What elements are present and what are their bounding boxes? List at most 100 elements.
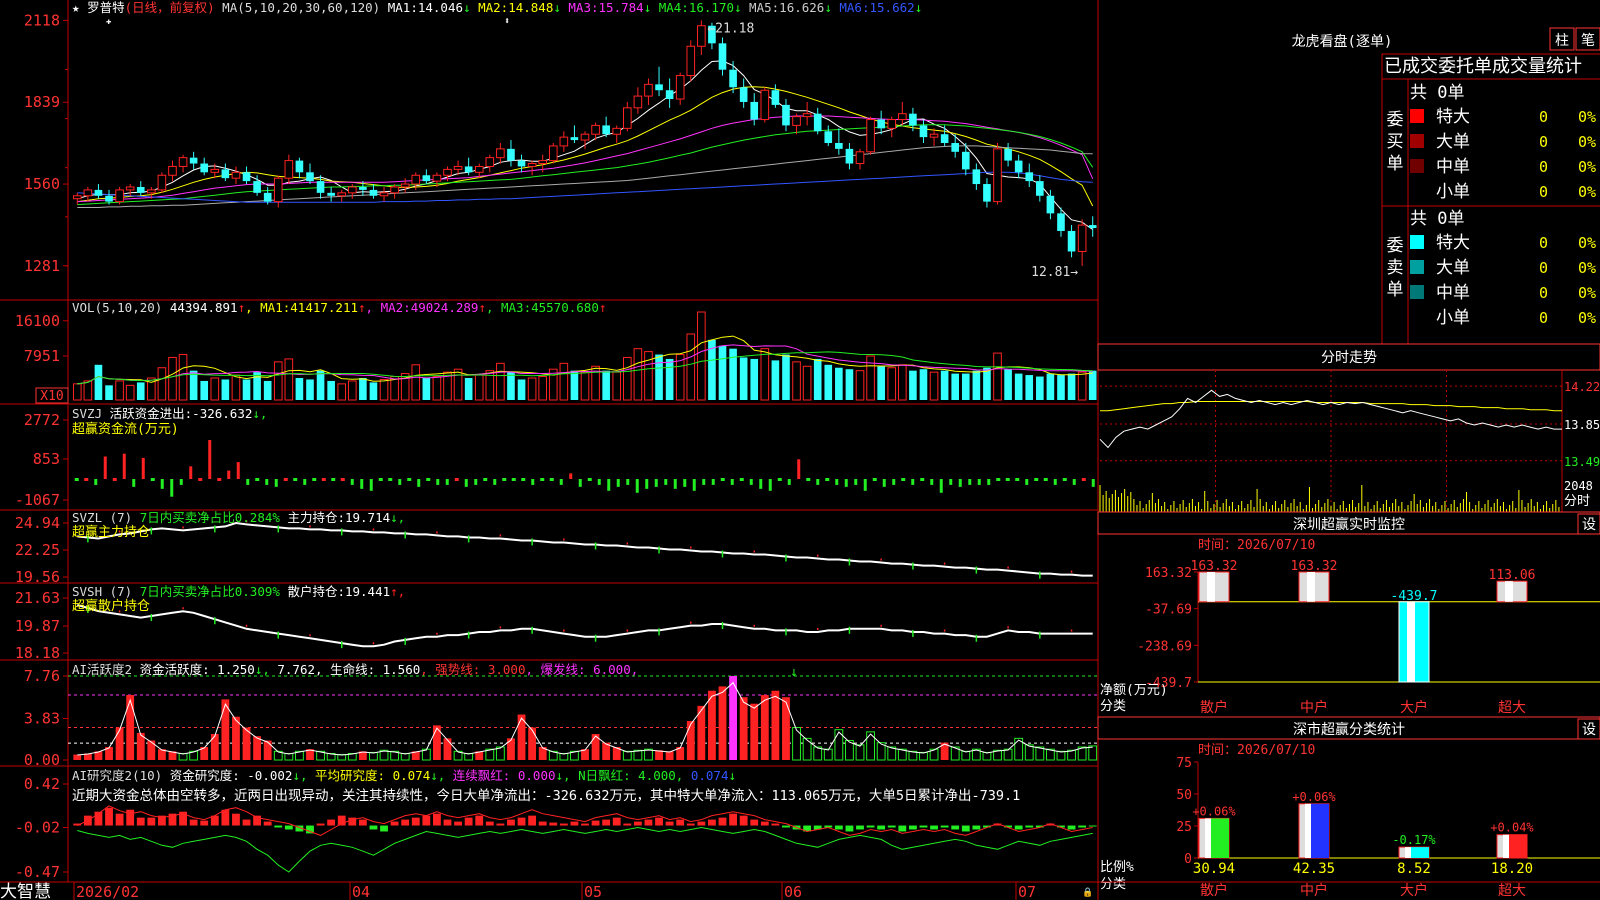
candle-up xyxy=(898,113,907,121)
buy_side-row-count: 0 xyxy=(1539,158,1548,176)
candle-down xyxy=(295,160,304,173)
ai-research-y-tick: 0.42 xyxy=(24,775,60,793)
volume-bar-down xyxy=(877,366,885,400)
flow-bar-down xyxy=(863,479,867,491)
svsh-holding-value: 19.441 xyxy=(345,584,390,599)
research-bar-down xyxy=(972,825,981,830)
ai-active-value2: 7.762 xyxy=(270,662,315,677)
candle-up xyxy=(929,133,939,138)
flow-dash xyxy=(1015,478,1020,481)
volume-bar-up xyxy=(1077,371,1087,401)
research-bar-up xyxy=(591,820,600,826)
volume-bar-down xyxy=(221,379,230,400)
active-bar-up xyxy=(253,736,262,760)
flow-dash xyxy=(378,478,383,481)
intraday-vol-label: 2048 xyxy=(1564,479,1593,493)
avg-label: 平均研究度: xyxy=(308,768,386,783)
active-bar-up xyxy=(760,695,769,760)
volume-bar-down xyxy=(1025,375,1034,400)
svsh-ratio: 7日内买卖净占比0.309% xyxy=(140,584,281,599)
volume-bar-down xyxy=(909,370,917,400)
candle-down xyxy=(136,186,145,193)
volume-bar-up xyxy=(125,384,135,401)
stock-name: 罗普特 xyxy=(87,0,125,15)
class-x-label: 分类 xyxy=(1100,877,1126,892)
candle-up xyxy=(157,174,167,191)
lock-icon: 🔒 xyxy=(1082,887,1093,898)
time-label: 时间： xyxy=(1198,743,1237,758)
candle-down xyxy=(1088,225,1097,229)
settings-icon[interactable]: 设 xyxy=(1582,722,1596,738)
volume-bar-down xyxy=(1067,373,1076,400)
research-bar-up xyxy=(221,809,230,826)
volume-bar-up xyxy=(929,371,939,401)
active-bar-up xyxy=(718,686,727,760)
sell_side-color-swatch xyxy=(1410,235,1424,249)
time-value: 2026/07/10 xyxy=(1237,743,1315,758)
candle-up xyxy=(686,45,696,77)
class-change-label: +0.04% xyxy=(1490,821,1534,835)
burst-label: , 爆发线: xyxy=(525,662,585,677)
research-bar-up xyxy=(771,823,780,826)
research-bar-down xyxy=(908,825,917,830)
volume-bar-down xyxy=(1057,375,1065,400)
svzj-y-tick: -1067 xyxy=(15,491,60,509)
candle-up xyxy=(485,157,495,167)
volume-bar-down xyxy=(105,385,113,400)
svzj-y-tick: 2772 xyxy=(24,411,60,429)
flow-bar-down xyxy=(350,479,354,485)
candle-up xyxy=(474,165,484,173)
volume-bar-up xyxy=(792,361,801,401)
flow-bar-down xyxy=(1053,479,1057,485)
flow-bar-down xyxy=(844,479,848,487)
settings-icon[interactable]: 设 xyxy=(1582,517,1596,533)
vol-value: 44394.891 xyxy=(170,300,238,315)
volume-bar-down xyxy=(1014,373,1023,400)
class-bar-fill xyxy=(1311,803,1329,858)
flow-bar-down xyxy=(369,479,373,491)
flow-bar-down xyxy=(303,479,307,485)
monitor-bar-highlight xyxy=(1407,601,1415,682)
candle-up xyxy=(496,148,505,159)
candle-up xyxy=(633,95,643,109)
vol-ma-value: 41417.211 xyxy=(290,300,358,315)
volume-bar-down xyxy=(189,370,198,400)
up-arrow-icon: ↑ xyxy=(238,300,246,315)
flow-bar-down xyxy=(1025,479,1029,485)
volume-bar-down xyxy=(655,354,663,400)
volume-bar-down xyxy=(94,364,103,400)
candle-up xyxy=(83,189,93,197)
sell_side-row-count: 0 xyxy=(1539,234,1548,252)
flow-dash xyxy=(150,478,155,481)
research-bar-up xyxy=(538,821,547,826)
buy_side-color-swatch xyxy=(1410,109,1424,123)
down-arrow-icon: ↓, xyxy=(292,768,307,783)
volume-bar-down xyxy=(1088,370,1097,400)
volume-bar-up xyxy=(347,380,357,401)
class-category: 大户 xyxy=(1400,882,1428,899)
flow-dash xyxy=(1034,478,1039,481)
candle-down xyxy=(359,186,367,190)
candle-up xyxy=(548,145,558,162)
monitor-bar-highlight xyxy=(1505,581,1513,602)
flow-bar-down xyxy=(664,479,668,485)
buy_side-side-label-char: 委 xyxy=(1387,110,1404,130)
svzj-title: 活跃资金进出: xyxy=(110,406,193,421)
volume-bar-down xyxy=(824,364,833,400)
flow-bar-down xyxy=(892,479,896,485)
app-logo: 大智慧 xyxy=(0,882,51,900)
flow-dash xyxy=(74,478,79,481)
volume-bar-up xyxy=(474,374,484,401)
candle-down xyxy=(951,143,960,152)
monitor-time: 时间：2026/07/10 xyxy=(1198,538,1315,553)
vol-ma-label: , MA1: xyxy=(245,300,290,315)
buy_side-color-swatch xyxy=(1409,183,1425,199)
research-bar-up xyxy=(263,821,272,826)
candle-down xyxy=(189,157,198,164)
flow-dash xyxy=(293,478,298,481)
research-bar-up xyxy=(358,819,367,826)
candle-up xyxy=(231,171,241,179)
volume-bar-down xyxy=(739,357,748,400)
ma-item-label: MA5: xyxy=(742,0,780,15)
candle-down xyxy=(464,166,473,173)
